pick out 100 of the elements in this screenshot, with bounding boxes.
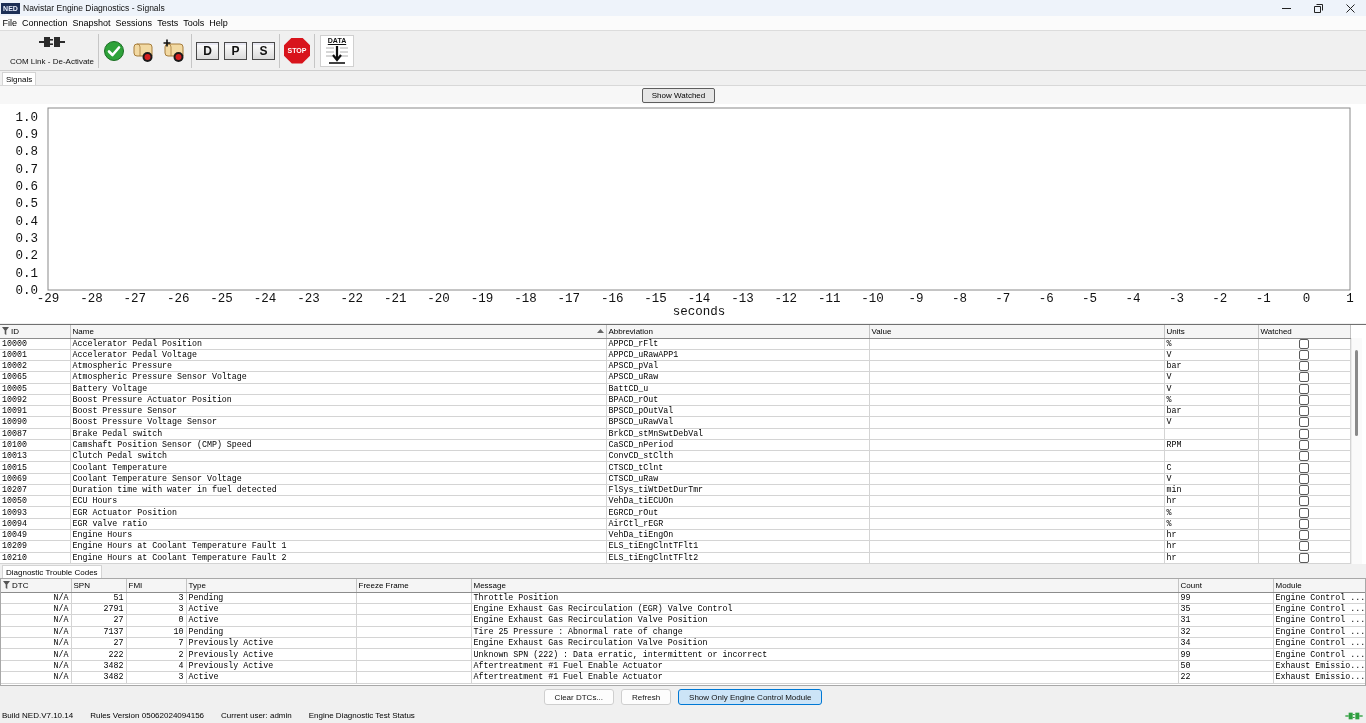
table-cell: % xyxy=(1164,518,1258,530)
column-header[interactable]: SPN xyxy=(71,579,126,592)
x-tick-label: -29 xyxy=(36,292,60,306)
menu-item[interactable]: File xyxy=(0,18,20,28)
menu-item[interactable]: Help xyxy=(206,18,231,28)
table-cell: BPSCD_uRawVal xyxy=(606,416,869,429)
x-tick-label: -14 xyxy=(687,292,711,306)
watched-checkbox[interactable] xyxy=(1299,530,1309,541)
scrollbar[interactable] xyxy=(1350,338,1362,564)
table-cell: BrkCD_stMnSwtDebVal xyxy=(606,428,869,440)
y-tick-label: 0.4 xyxy=(15,214,38,229)
check-circle-icon xyxy=(104,40,124,61)
x-tick-label: -12 xyxy=(774,292,798,306)
menu-item[interactable]: Connection xyxy=(19,18,71,28)
watched-checkbox[interactable] xyxy=(1299,518,1309,529)
watched-checkbox[interactable] xyxy=(1299,406,1309,417)
table-cell: 10013 xyxy=(0,450,70,462)
watched-checkbox[interactable] xyxy=(1299,428,1309,439)
watched-checkbox[interactable] xyxy=(1299,507,1309,518)
watched-checkbox[interactable] xyxy=(1299,440,1309,450)
table-cell: 3482 xyxy=(71,671,126,684)
column-header[interactable]: Value xyxy=(869,325,1164,338)
table-cell: Exhaust Emissio... xyxy=(1273,660,1365,672)
scrollbar-thumb[interactable] xyxy=(1355,350,1358,436)
column-header[interactable]: Name xyxy=(70,325,606,338)
table-cell: 2 xyxy=(126,648,186,661)
column-header[interactable]: Freeze Frame xyxy=(356,579,471,592)
watched-checkbox[interactable] xyxy=(1299,417,1309,428)
table-cell: 10087 xyxy=(0,428,70,440)
table-cell: BattCD_u xyxy=(606,383,869,395)
table-cell: VehDa_tiECUOn xyxy=(606,495,869,507)
table-cell: Engine Control ... xyxy=(1273,603,1365,615)
panel-button[interactable]: Show Only Engine Control Module xyxy=(678,689,823,705)
table-cell: 10100 xyxy=(0,439,70,451)
menu-item[interactable]: Sessions xyxy=(113,18,155,28)
panel-button[interactable]: Clear DTCs... xyxy=(543,689,615,705)
watched-checkbox[interactable] xyxy=(1299,473,1309,484)
table-cell: 7 xyxy=(126,637,186,649)
column-header[interactable]: Count xyxy=(1178,579,1273,592)
filter-icon[interactable] xyxy=(2,327,9,336)
window-title: Navistar Engine Diagnostics - Signals xyxy=(23,3,165,13)
table-cell: N/A xyxy=(1,626,71,638)
watched-checkbox[interactable] xyxy=(1299,394,1309,405)
column-header[interactable]: Abbreviation xyxy=(606,325,869,338)
panel-button[interactable]: Refresh xyxy=(621,689,672,705)
table-cell: 10000 xyxy=(0,338,70,350)
x-tick-label: -2 xyxy=(1212,292,1228,306)
column-header[interactable]: Module xyxy=(1273,579,1365,592)
table-cell: N/A xyxy=(1,592,71,604)
table-cell: V xyxy=(1164,383,1258,395)
table-cell: Exhaust Emissio... xyxy=(1273,671,1365,684)
watched-checkbox[interactable] xyxy=(1299,462,1309,473)
menu-item[interactable]: Tools xyxy=(180,18,207,28)
table-cell: FlSys_tiWtDetDurTmr xyxy=(606,484,869,496)
column-header[interactable]: Type xyxy=(186,579,356,592)
watched-checkbox[interactable] xyxy=(1299,372,1309,383)
table-cell: N/A xyxy=(1,614,71,627)
tab[interactable]: Signals xyxy=(2,72,37,85)
x-tick-label: -9 xyxy=(908,292,924,306)
table-cell: Brake Pedal switch xyxy=(70,428,606,440)
watched-checkbox[interactable] xyxy=(1299,552,1309,563)
table-cell: Boost Pressure Voltage Sensor xyxy=(70,416,606,429)
menu-item[interactable]: Snapshot xyxy=(70,18,114,28)
watched-checkbox[interactable] xyxy=(1299,451,1309,462)
tab[interactable]: Diagnostic Trouble Codes xyxy=(2,565,102,578)
letter-button[interactable]: S xyxy=(252,41,275,60)
show-watched-button[interactable]: Show Watched xyxy=(641,87,716,103)
table-cell: Clutch Pedal switch xyxy=(70,450,606,462)
letter-button[interactable]: P xyxy=(224,41,247,60)
table-cell: 10093 xyxy=(0,507,70,519)
table-cell: 4 xyxy=(126,660,186,672)
table-cell: bar xyxy=(1164,405,1258,417)
letter-button[interactable]: D xyxy=(196,41,219,60)
menu-item[interactable]: Tests xyxy=(154,18,181,28)
column-header[interactable]: Units xyxy=(1164,325,1258,338)
table-cell: % xyxy=(1164,338,1258,350)
column-header[interactable]: Watched xyxy=(1258,325,1350,338)
status-text: Engine Diagnostic Test Status xyxy=(308,711,415,720)
com-link-button[interactable]: COM Link - De-Activate xyxy=(9,32,95,69)
watched-checkbox[interactable] xyxy=(1299,383,1309,394)
table-cell: 10050 xyxy=(0,495,70,507)
column-header[interactable]: ID xyxy=(0,325,70,338)
column-header[interactable]: DTC xyxy=(1,579,71,592)
table-cell: hr xyxy=(1164,540,1258,553)
watched-checkbox[interactable] xyxy=(1299,361,1309,372)
watched-checkbox[interactable] xyxy=(1299,496,1309,507)
watched-checkbox[interactable] xyxy=(1299,541,1309,552)
table-cell: Pending xyxy=(186,626,356,638)
check-button[interactable] xyxy=(102,38,126,63)
column-header[interactable]: Message xyxy=(471,579,1178,592)
x-tick-label: -8 xyxy=(951,292,967,306)
table-cell: Tire 25 Pressure : Abnormal rate of change xyxy=(471,626,1178,638)
column-header[interactable]: FMI xyxy=(126,579,186,592)
table-cell: 10094 xyxy=(0,518,70,530)
table-cell: APPCD_rFlt xyxy=(606,338,869,350)
watched-checkbox[interactable] xyxy=(1299,338,1309,349)
watched-checkbox[interactable] xyxy=(1299,485,1309,496)
watched-checkbox[interactable] xyxy=(1299,349,1309,360)
filter-icon[interactable] xyxy=(3,581,10,590)
status-text: Current user: admin xyxy=(221,711,292,720)
